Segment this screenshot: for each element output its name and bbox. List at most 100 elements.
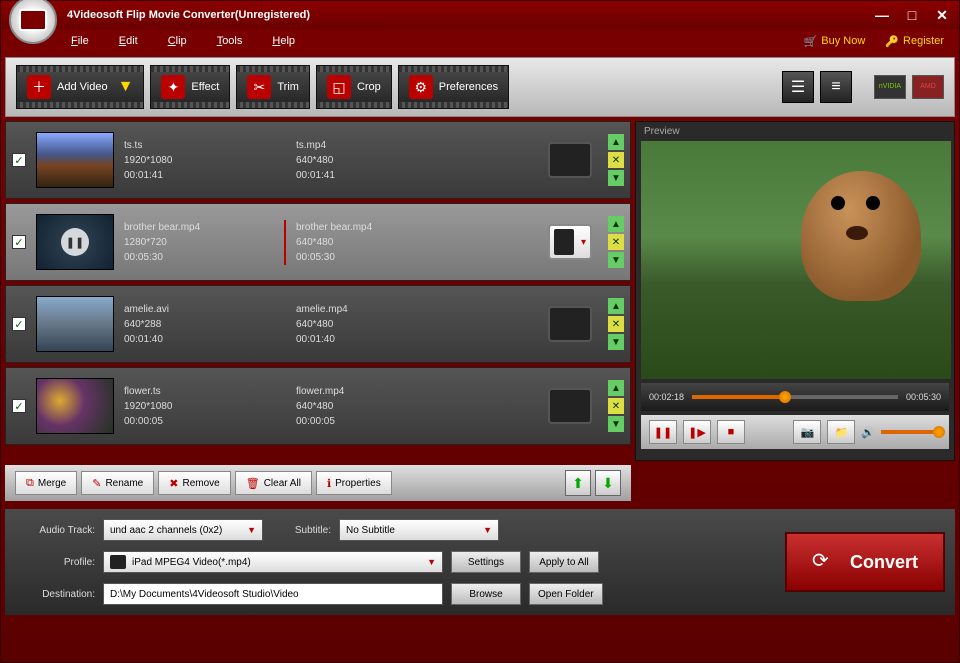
effect-label: Effect (191, 81, 219, 93)
file-checkbox[interactable]: ✓ (12, 399, 26, 413)
preferences-button[interactable]: ⚙ Preferences (398, 65, 509, 109)
row-move-up-button[interactable]: ▲ (608, 134, 624, 150)
close-button[interactable]: ✕ (933, 7, 951, 24)
device-icon[interactable] (548, 306, 592, 342)
register-link[interactable]: 🔑Register (885, 35, 944, 48)
profile-dropdown[interactable]: iPad MPEG4 Video(*.mp4)▼ (103, 551, 443, 573)
stop-button[interactable]: ■ (717, 420, 745, 444)
playback-controls: ❚❚ ❚▶ ■ 📷 📁 🔊 (641, 415, 949, 449)
row-remove-button[interactable]: ✕ (608, 152, 624, 168)
row-remove-button[interactable]: ✕ (608, 398, 624, 414)
gear-icon: ⚙ (409, 75, 433, 99)
menu-edit[interactable]: Edit (119, 35, 138, 47)
row-move-up-button[interactable]: ▲ (608, 380, 624, 396)
row-move-up-button[interactable]: ▲ (608, 298, 624, 314)
device-dropdown[interactable] (548, 224, 592, 260)
audio-track-dropdown[interactable]: und aac 2 channels (0x2)▼ (103, 519, 263, 541)
file-checkbox[interactable]: ✓ (12, 153, 26, 167)
menu-clip[interactable]: Clip (168, 35, 187, 47)
volume-icon: 🔊 (861, 426, 875, 439)
preview-panel: Preview 00:02:18 00:05:30 ❚❚ ❚▶ ■ 📷 📁 🔊 (635, 121, 955, 461)
chevron-down-icon: ▼ (483, 525, 492, 535)
device-icon[interactable] (548, 142, 592, 178)
crop-icon: ◱ (327, 75, 351, 99)
plus-icon: ＋ (27, 75, 51, 99)
file-out-res: 640*480 (296, 317, 434, 332)
content-area: ✓ ts.ts 1920*1080 00:01:41 ts.mp4 640*48… (1, 121, 959, 461)
browse-button[interactable]: Browse (451, 583, 521, 605)
convert-icon: ⟳ (812, 548, 840, 576)
convert-button[interactable]: ⟳ Convert (785, 532, 945, 592)
row-move-up-button[interactable]: ▲ (608, 216, 624, 232)
file-checkbox[interactable]: ✓ (12, 235, 26, 249)
file-source-info: flower.ts 1920*1080 00:00:05 (124, 384, 274, 429)
ipad-icon (554, 229, 574, 255)
effect-button[interactable]: ✦ Effect (150, 65, 230, 109)
amd-badge: AMD (912, 75, 944, 99)
pause-button[interactable]: ❚❚ (649, 420, 677, 444)
menu-tools[interactable]: Tools (217, 35, 243, 47)
preferences-label: Preferences (439, 81, 498, 93)
view-list-button[interactable]: ☰ (782, 71, 814, 103)
file-src-dur: 00:00:05 (124, 414, 274, 429)
file-thumbnail[interactable]: ❚❚ (36, 214, 114, 270)
file-thumbnail[interactable] (36, 296, 114, 352)
open-folder-button[interactable]: Open Folder (529, 583, 603, 605)
settings-button[interactable]: Settings (451, 551, 521, 573)
volume-slider[interactable] (881, 430, 941, 434)
properties-label: Properties (335, 478, 381, 489)
file-thumbnail[interactable] (36, 378, 114, 434)
file-checkbox[interactable]: ✓ (12, 317, 26, 331)
step-button[interactable]: ❚▶ (683, 420, 711, 444)
snapshot-button[interactable]: 📷 (793, 420, 821, 444)
key-icon: 🔑 (885, 35, 899, 48)
add-video-button[interactable]: ＋ Add Video ▼ (16, 65, 144, 109)
file-row[interactable]: ✓ ❚❚ brother bear.mp4 1280*720 00:05:30 … (5, 203, 631, 281)
buy-now-link[interactable]: 🛒Buy Now (804, 35, 866, 48)
row-move-down-button[interactable]: ▼ (608, 416, 624, 432)
file-list: ✓ ts.ts 1920*1080 00:01:41 ts.mp4 640*48… (5, 121, 631, 461)
file-output-info: flower.mp4 640*480 00:00:05 (284, 384, 434, 429)
convert-label: Convert (850, 552, 918, 573)
row-remove-button[interactable]: ✕ (608, 316, 624, 332)
merge-button[interactable]: ⧉Merge (15, 471, 77, 495)
destination-input[interactable] (103, 583, 443, 605)
remove-button[interactable]: ✖Remove (158, 471, 230, 495)
view-detail-button[interactable]: ≡ (820, 71, 852, 103)
clear-all-button[interactable]: 🗑Clear All (235, 471, 312, 495)
move-up-button[interactable]: ⬆ (565, 470, 591, 496)
rename-button[interactable]: ✎Rename (81, 471, 154, 495)
file-out-res: 640*480 (296, 235, 434, 250)
row-move-down-button[interactable]: ▼ (608, 334, 624, 350)
move-down-button[interactable]: ⬇ (595, 470, 621, 496)
device-icon[interactable] (548, 388, 592, 424)
menu-help[interactable]: Help (272, 35, 295, 47)
seek-slider[interactable] (692, 395, 898, 399)
cart-icon: 🛒 (804, 35, 818, 48)
file-out-dur: 00:01:40 (296, 332, 434, 347)
row-remove-button[interactable]: ✕ (608, 234, 624, 250)
trash-icon: 🗑 (246, 477, 260, 490)
row-move-down-button[interactable]: ▼ (608, 252, 624, 268)
crop-button[interactable]: ◱ Crop (316, 65, 392, 109)
subtitle-value: No Subtitle (346, 525, 395, 536)
audio-track-label: Audio Track: (15, 525, 95, 536)
trim-button[interactable]: ✂ Trim (236, 65, 310, 109)
list-action-bar: ⧉Merge ✎Rename ✖Remove 🗑Clear All ℹPrope… (5, 465, 631, 501)
apply-to-all-button[interactable]: Apply to All (529, 551, 599, 573)
row-move-down-button[interactable]: ▼ (608, 170, 624, 186)
file-thumbnail[interactable] (36, 132, 114, 188)
menu-file[interactable]: File (71, 35, 89, 47)
open-snapshot-folder-button[interactable]: 📁 (827, 420, 855, 444)
file-row[interactable]: ✓ flower.ts 1920*1080 00:00:05 flower.mp… (5, 367, 631, 445)
nvidia-badge: nVIDIA (874, 75, 906, 99)
preview-video[interactable] (641, 141, 951, 379)
maximize-button[interactable]: □ (903, 7, 921, 24)
properties-button[interactable]: ℹProperties (316, 471, 392, 495)
time-total: 00:05:30 (906, 392, 941, 402)
file-row[interactable]: ✓ ts.ts 1920*1080 00:01:41 ts.mp4 640*48… (5, 121, 631, 199)
minimize-button[interactable]: — (873, 7, 891, 24)
subtitle-dropdown[interactable]: No Subtitle ▼ (339, 519, 499, 541)
file-row[interactable]: ✓ amelie.avi 640*288 00:01:40 amelie.mp4… (5, 285, 631, 363)
seek-bar: 00:02:18 00:05:30 (641, 383, 949, 411)
